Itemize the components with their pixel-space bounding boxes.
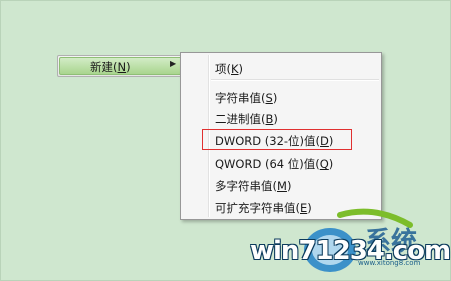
menu-separator <box>211 79 379 81</box>
new-submenu: 项(K) 字符串值(S) 二进制值(B) DWORD (32-位)值(D) QW… <box>180 52 382 220</box>
menu-item-multi-string-value[interactable]: 多字符串值(M) <box>215 178 291 194</box>
watermark-text: www.xitong8.com <box>358 259 421 267</box>
menu-item-binary-value[interactable]: 二进制值(B) <box>215 111 278 127</box>
menu-item-string-value[interactable]: 字符串值(S) <box>215 90 277 106</box>
menu-item-key[interactable]: 项(K) <box>215 61 243 77</box>
new-menu-label: 新建(N) <box>90 60 131 74</box>
chevron-right-icon: ▶ <box>170 59 177 68</box>
red-highlight-box <box>202 129 352 150</box>
menu-item-expandable-string-value[interactable]: 可扩充字符串值(E) <box>215 200 312 216</box>
menu-item-qword-value[interactable]: QWORD (64 位)值(Q) <box>215 156 333 172</box>
